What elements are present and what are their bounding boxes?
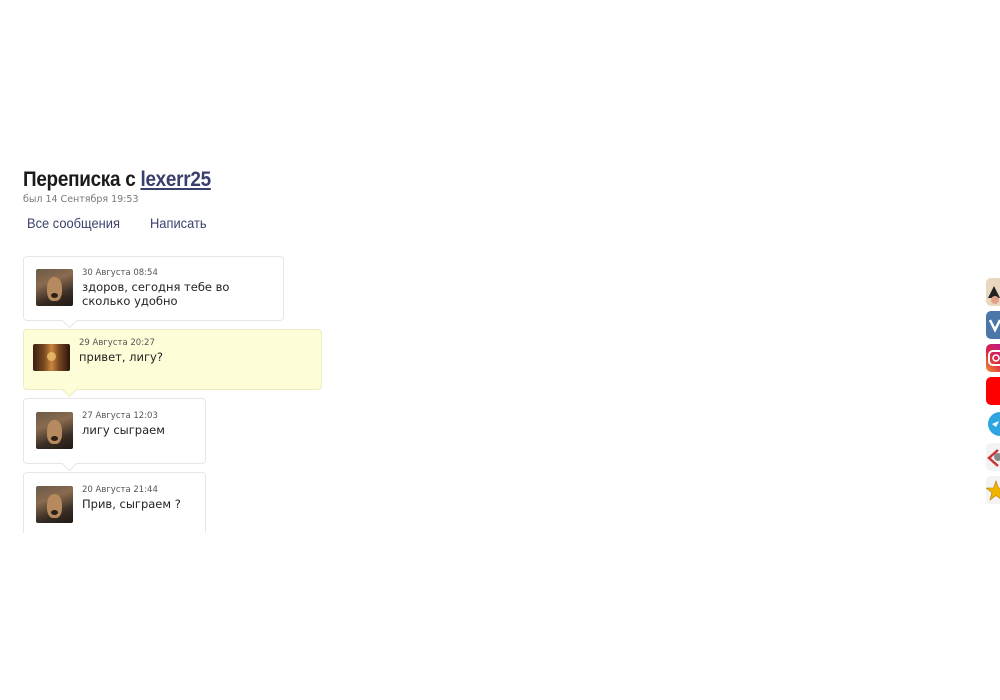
message-time: 20 Августа 21:44: [82, 485, 158, 495]
page-header: Переписка с lexerr25 был 14 Сентября 19:…: [23, 168, 232, 205]
star-icon[interactable]: [986, 476, 1000, 504]
avatar[interactable]: [36, 412, 73, 449]
username-link[interactable]: lexerr25: [140, 168, 211, 191]
bubble-pointer: [61, 381, 78, 398]
message-text: Прив, сыграем ?: [82, 497, 181, 511]
avatar[interactable]: [36, 269, 73, 306]
link-icon[interactable]: [986, 443, 1000, 471]
youtube-icon[interactable]: [986, 377, 1000, 405]
message-text: привет, лигу?: [79, 350, 163, 364]
avatar[interactable]: [33, 344, 70, 371]
message-time: 27 Августа 12:03: [82, 411, 158, 421]
message-time: 29 Августа 20:27: [79, 338, 155, 348]
bubble-pointer: [61, 312, 78, 329]
page-title: Переписка с lexerr25: [23, 168, 211, 192]
bubble-pointer: [61, 455, 78, 472]
tab-write[interactable]: Написать: [150, 215, 207, 231]
message-item: 30 Августа 08:54 здоров, сегодня тебе во…: [23, 256, 284, 329]
message-text: лигу сыграем: [82, 423, 165, 437]
message-tabs: Все сообщения Написать: [27, 215, 234, 231]
telegram-icon[interactable]: [986, 410, 1000, 438]
message-text: здоров, сегодня тебе во сколько удобно: [82, 280, 230, 308]
tab-all-messages[interactable]: Все сообщения: [27, 215, 120, 231]
instagram-icon[interactable]: [986, 344, 1000, 372]
vk-icon[interactable]: [986, 311, 1000, 339]
avatar-icon[interactable]: [986, 278, 1000, 306]
title-prefix: Переписка с: [23, 168, 136, 191]
message-item: 29 Августа 20:27 привет, лигу?: [23, 329, 322, 398]
avatar[interactable]: [36, 486, 73, 523]
message-thread: 30 Августа 08:54 здоров, сегодня тебе во…: [23, 256, 343, 533]
message-item: 20 Августа 21:44 Прив, сыграем ?: [23, 472, 206, 533]
social-sidebar: [986, 278, 1000, 509]
last-seen-status: был 14 Сентября 19:53: [23, 194, 139, 205]
message-item: 27 Августа 12:03 лигу сыграем: [23, 398, 206, 472]
message-time: 30 Августа 08:54: [82, 268, 158, 278]
